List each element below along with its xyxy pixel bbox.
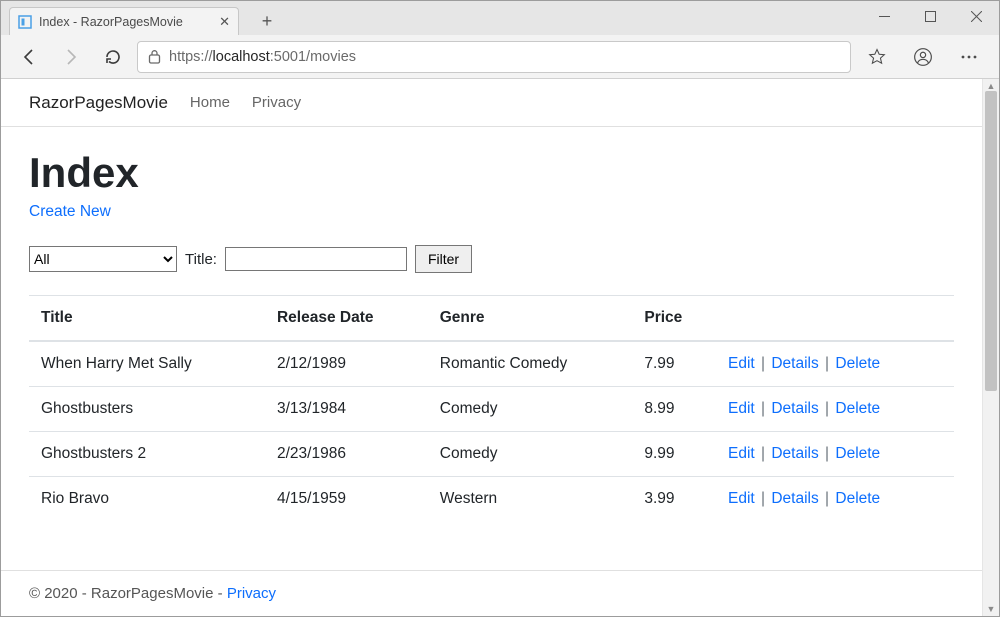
edit-link[interactable]: Edit bbox=[728, 490, 755, 507]
col-release: Release Date bbox=[265, 296, 428, 342]
browser-toolbar: https://localhost:5001/movies bbox=[1, 35, 999, 79]
nav-link-privacy[interactable]: Privacy bbox=[252, 94, 301, 111]
brand[interactable]: RazorPagesMovie bbox=[29, 93, 168, 113]
back-button[interactable] bbox=[11, 39, 47, 75]
edit-link[interactable]: Edit bbox=[728, 400, 755, 417]
cell-genre: Romantic Comedy bbox=[428, 341, 633, 387]
page-title: Index bbox=[29, 149, 954, 197]
col-price: Price bbox=[632, 296, 716, 342]
tab-favicon bbox=[18, 15, 32, 29]
refresh-button[interactable] bbox=[95, 39, 131, 75]
details-link[interactable]: Details bbox=[771, 490, 818, 507]
movies-table: Title Release Date Genre Price When Harr… bbox=[29, 295, 954, 521]
col-genre: Genre bbox=[428, 296, 633, 342]
filter-form: All Title: Filter bbox=[29, 245, 954, 273]
main-content: Index Create New All Title: Filter Title… bbox=[1, 127, 982, 570]
new-tab-button[interactable]: + bbox=[253, 7, 281, 35]
delete-link[interactable]: Delete bbox=[835, 400, 880, 417]
delete-link[interactable]: Delete bbox=[835, 490, 880, 507]
cell-actions: Edit | Details | Delete bbox=[716, 432, 954, 477]
cell-actions: Edit | Details | Delete bbox=[716, 477, 954, 522]
cell-title: Ghostbusters 2 bbox=[29, 432, 265, 477]
profile-button[interactable] bbox=[903, 39, 943, 75]
genre-select[interactable]: All bbox=[29, 246, 177, 272]
address-bar[interactable]: https://localhost:5001/movies bbox=[137, 41, 851, 73]
window-titlebar: Index - RazorPagesMovie ✕ + bbox=[1, 1, 999, 35]
details-link[interactable]: Details bbox=[771, 445, 818, 462]
footer-copyright: © 2020 - RazorPagesMovie - bbox=[29, 585, 227, 602]
window-close-button[interactable] bbox=[953, 1, 999, 31]
edit-link[interactable]: Edit bbox=[728, 445, 755, 462]
cell-price: 9.99 bbox=[632, 432, 716, 477]
create-new-link[interactable]: Create New bbox=[29, 203, 111, 220]
details-link[interactable]: Details bbox=[771, 355, 818, 372]
cell-title: Ghostbusters bbox=[29, 387, 265, 432]
scroll-thumb[interactable] bbox=[985, 91, 997, 391]
site-navbar: RazorPagesMovie Home Privacy bbox=[1, 79, 982, 127]
table-row: When Harry Met Sally2/12/1989Romantic Co… bbox=[29, 341, 954, 387]
filter-button[interactable]: Filter bbox=[415, 245, 472, 273]
url-text: https://localhost:5001/movies bbox=[169, 49, 356, 65]
cell-release: 4/15/1959 bbox=[265, 477, 428, 522]
col-title: Title bbox=[29, 296, 265, 342]
table-row: Ghostbusters 22/23/1986Comedy9.99Edit | … bbox=[29, 432, 954, 477]
col-actions bbox=[716, 296, 954, 342]
browser-tab[interactable]: Index - RazorPagesMovie ✕ bbox=[9, 7, 239, 35]
cell-title: When Harry Met Sally bbox=[29, 341, 265, 387]
footer: © 2020 - RazorPagesMovie - Privacy bbox=[1, 570, 982, 616]
cell-title: Rio Bravo bbox=[29, 477, 265, 522]
tab-close-button[interactable]: ✕ bbox=[219, 14, 230, 30]
edit-link[interactable]: Edit bbox=[728, 355, 755, 372]
cell-release: 2/12/1989 bbox=[265, 341, 428, 387]
nav-link-home[interactable]: Home bbox=[190, 94, 230, 111]
cell-genre: Western bbox=[428, 477, 633, 522]
table-row: Ghostbusters3/13/1984Comedy8.99Edit | De… bbox=[29, 387, 954, 432]
more-button[interactable] bbox=[949, 39, 989, 75]
table-row: Rio Bravo4/15/1959Western3.99Edit | Deta… bbox=[29, 477, 954, 522]
title-label: Title: bbox=[185, 251, 217, 268]
vertical-scrollbar[interactable]: ▲ ▼ bbox=[982, 79, 999, 616]
delete-link[interactable]: Delete bbox=[835, 445, 880, 462]
cell-actions: Edit | Details | Delete bbox=[716, 341, 954, 387]
window-minimize-button[interactable] bbox=[861, 1, 907, 31]
cell-price: 8.99 bbox=[632, 387, 716, 432]
lock-icon bbox=[148, 49, 161, 64]
favorite-button[interactable] bbox=[857, 39, 897, 75]
window-maximize-button[interactable] bbox=[907, 1, 953, 31]
title-input[interactable] bbox=[225, 247, 407, 271]
footer-privacy-link[interactable]: Privacy bbox=[227, 585, 276, 602]
cell-price: 3.99 bbox=[632, 477, 716, 522]
cell-release: 2/23/1986 bbox=[265, 432, 428, 477]
details-link[interactable]: Details bbox=[771, 400, 818, 417]
delete-link[interactable]: Delete bbox=[835, 355, 880, 372]
scroll-down-icon[interactable]: ▼ bbox=[983, 602, 999, 616]
cell-genre: Comedy bbox=[428, 387, 633, 432]
cell-actions: Edit | Details | Delete bbox=[716, 387, 954, 432]
cell-price: 7.99 bbox=[632, 341, 716, 387]
forward-button[interactable] bbox=[53, 39, 89, 75]
cell-release: 3/13/1984 bbox=[265, 387, 428, 432]
tab-title: Index - RazorPagesMovie bbox=[39, 15, 212, 29]
cell-genre: Comedy bbox=[428, 432, 633, 477]
